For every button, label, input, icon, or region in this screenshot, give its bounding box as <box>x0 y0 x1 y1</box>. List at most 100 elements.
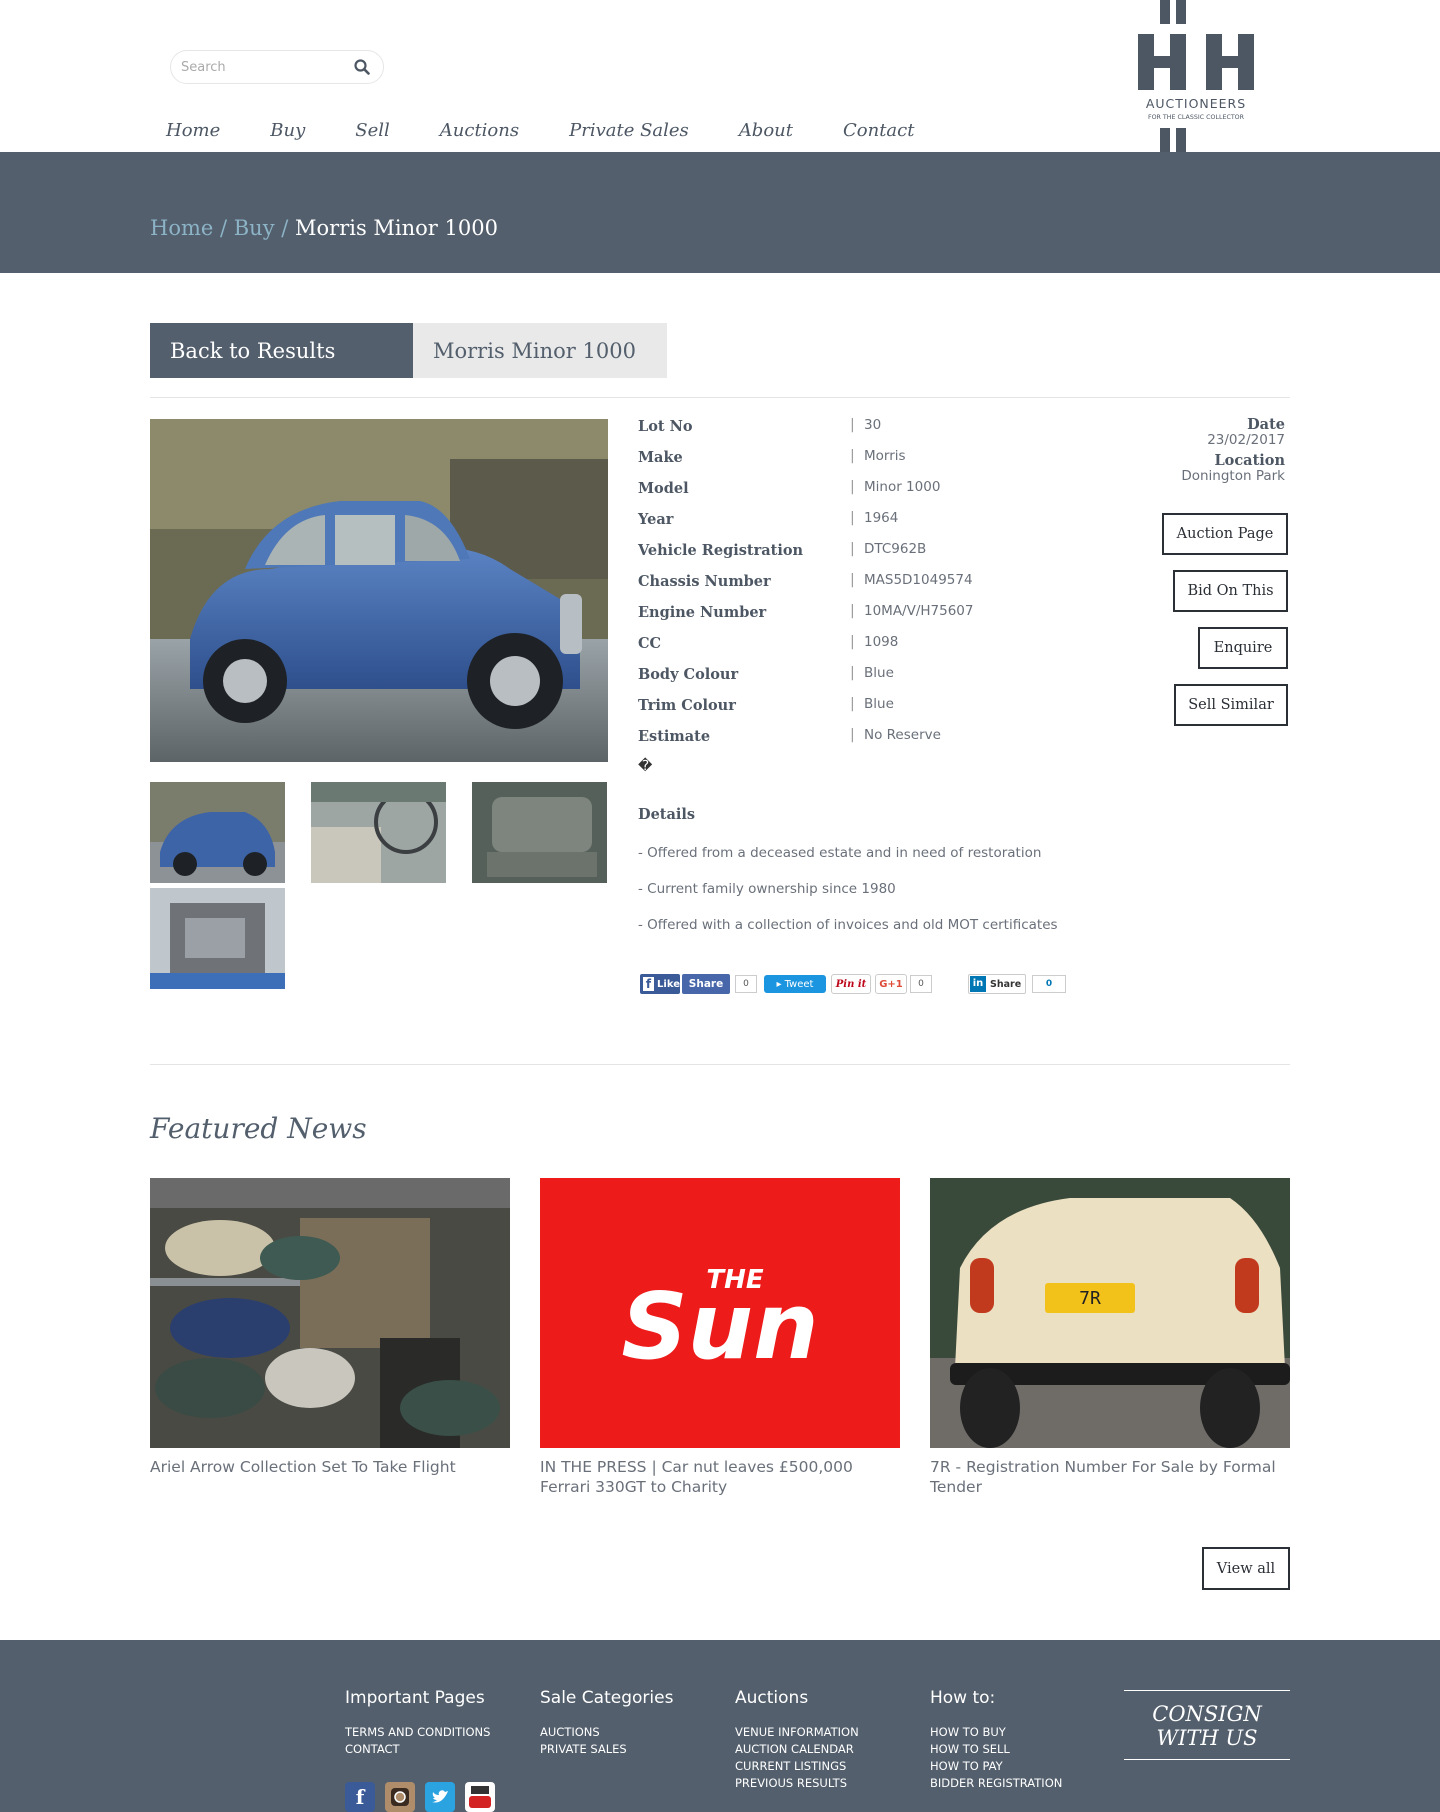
nav-buy[interactable]: Buy <box>270 120 305 141</box>
thumbnail-2[interactable] <box>311 782 446 883</box>
spec-row: Trim Colour | Blue <box>638 694 1138 725</box>
thumbnail-3[interactable] <box>472 782 607 883</box>
spec-row: Model | Minor 1000 <box>638 477 1138 508</box>
footer-link[interactable]: AUCTIONS <box>540 1724 673 1741</box>
auction-page-button[interactable]: Auction Page <box>1162 513 1288 555</box>
spec-separator: | <box>850 665 855 681</box>
news-caption[interactable]: Ariel Arrow Collection Set To Take Fligh… <box>150 1457 510 1477</box>
spec-label: Year <box>638 511 674 528</box>
lot-title-tab: Morris Minor 1000 <box>413 323 667 378</box>
news-image-the-sun[interactable]: THE Sun <box>540 1178 900 1448</box>
spec-value: Blue <box>864 665 894 681</box>
footer-column-auctions: Auctions VENUE INFORMATION AUCTION CALEN… <box>735 1688 859 1792</box>
twitter-icon: ▸ <box>776 978 782 990</box>
instagram-icon[interactable] <box>385 1782 415 1812</box>
date-value: 23/02/2017 <box>1207 432 1285 448</box>
facebook-icon[interactable]: f <box>345 1782 375 1812</box>
spec-row: Estimate | No Reserve <box>638 725 1138 756</box>
date-label: Date <box>1247 416 1285 433</box>
spec-label: Estimate <box>638 728 711 745</box>
footer-column-title: Important Pages <box>345 1688 485 1708</box>
footer-link[interactable]: PRIVATE SALES <box>540 1741 673 1758</box>
spec-row: Lot No | 30 <box>638 415 1138 446</box>
bid-on-this-button[interactable]: Bid On This <box>1173 570 1288 612</box>
view-all-button[interactable]: View all <box>1202 1547 1290 1590</box>
spec-label: Chassis Number <box>638 573 771 590</box>
spec-separator: | <box>850 634 855 650</box>
nav-sell[interactable]: Sell <box>355 120 390 141</box>
spec-label: Engine Number <box>638 604 767 621</box>
nav-private-sales[interactable]: Private Sales <box>569 120 689 141</box>
spec-value: MAS5D1049574 <box>864 572 973 588</box>
thumbnail-1[interactable] <box>150 782 285 883</box>
pinterest-button[interactable]: Pin it <box>831 974 871 994</box>
spec-separator: | <box>850 417 855 433</box>
nav-about[interactable]: About <box>739 120 793 141</box>
footer-link[interactable]: CURRENT LISTINGS <box>735 1758 859 1775</box>
back-to-results-button[interactable]: Back to Results <box>150 323 413 378</box>
main-car-photo[interactable] <box>150 419 608 762</box>
news-caption[interactable]: 7R - Registration Number For Sale by For… <box>930 1457 1290 1497</box>
footer-link[interactable]: PREVIOUS RESULTS <box>735 1775 859 1792</box>
spec-value: DTC962B <box>864 541 927 557</box>
footer-column-sale-categories: Sale Categories AUCTIONS PRIVATE SALES <box>540 1688 673 1758</box>
footer-link[interactable]: AUCTION CALENDAR <box>735 1741 859 1758</box>
hh-logo[interactable]: AND AUCTIONEERS FOR THE CLASSIC COLLECTO… <box>1138 0 1256 152</box>
footer-column-title: How to: <box>930 1688 996 1708</box>
spec-label: Trim Colour <box>638 697 736 714</box>
facebook-like-label: Like <box>657 978 680 990</box>
news-image-7r-plate[interactable]: 7R <box>930 1178 1290 1448</box>
spec-value: 30 <box>864 417 882 433</box>
spec-value: Minor 1000 <box>864 479 941 495</box>
spec-row: Body Colour | Blue <box>638 663 1138 694</box>
breadcrumb-sep: / <box>274 216 296 240</box>
consign-line-1: CONSIGN <box>1152 1702 1262 1726</box>
details-heading: Details <box>638 806 696 823</box>
footer-column-title: Sale Categories <box>540 1688 674 1708</box>
spec-separator: | <box>850 510 855 526</box>
thumbnail-4[interactable] <box>150 888 285 989</box>
twitter-icon[interactable] <box>425 1782 455 1812</box>
footer-link[interactable]: HOW TO PAY <box>930 1758 1062 1775</box>
spec-label: Body Colour <box>638 666 739 683</box>
consign-with-us-button[interactable]: CONSIGN WITH US <box>1124 1690 1290 1760</box>
news-caption[interactable]: IN THE PRESS | Car nut leaves £500,000 F… <box>540 1457 900 1497</box>
footer-link[interactable]: BIDDER REGISTRATION <box>930 1775 1062 1792</box>
google-plus-count: 0 <box>910 975 932 993</box>
footer-link[interactable]: HOW TO SELL <box>930 1741 1062 1758</box>
facebook-like-button[interactable]: f Like <box>640 974 680 994</box>
vehicle-specs: Lot No | 30 Make | Morris Model | Minor 1000 Y… <box>638 415 1138 756</box>
nav-contact[interactable]: Contact <box>843 120 914 141</box>
spec-row: Vehicle Registration | DTC962B <box>638 539 1138 570</box>
nav-home[interactable]: Home <box>166 120 220 141</box>
footer-link[interactable]: TERMS AND CONDITIONS <box>345 1724 490 1741</box>
footer-link[interactable]: VENUE INFORMATION <box>735 1724 859 1741</box>
sell-similar-button[interactable]: Sell Similar <box>1174 684 1288 726</box>
linkedin-share-button[interactable]: in Share <box>968 974 1026 994</box>
search-input[interactable] <box>181 59 351 75</box>
spec-row: Make | Morris <box>638 446 1138 477</box>
news-image-ariel-arrow[interactable] <box>150 1178 510 1448</box>
spec-separator: | <box>850 479 855 495</box>
tweet-label: Tweet <box>784 978 814 990</box>
spec-value: Morris <box>864 448 906 464</box>
footer-link[interactable]: CONTACT <box>345 1741 490 1758</box>
spec-label: CC <box>638 635 662 652</box>
footer-link[interactable]: HOW TO BUY <box>930 1724 1062 1741</box>
search-box[interactable] <box>170 50 384 84</box>
divider <box>150 1064 1290 1065</box>
nav-auctions[interactable]: Auctions <box>440 120 519 141</box>
enquire-button[interactable]: Enquire <box>1198 627 1288 669</box>
breadcrumb-buy[interactable]: Buy <box>234 216 275 240</box>
youtube-icon[interactable] <box>465 1782 495 1812</box>
search-icon[interactable] <box>351 56 373 78</box>
linkedin-count: 0 <box>1032 975 1066 993</box>
spec-row: Engine Number | 10MA/V/H75607 <box>638 601 1138 632</box>
facebook-share-button[interactable]: Share <box>682 974 730 994</box>
breadcrumb-home[interactable]: Home <box>150 216 213 240</box>
tweet-button[interactable]: ▸ Tweet <box>764 975 826 993</box>
detail-line: - Current family ownership since 1980 <box>638 881 896 897</box>
divider <box>150 397 1290 398</box>
spec-row: Chassis Number | MAS5D1049574 <box>638 570 1138 601</box>
google-plus-button[interactable]: G+1 <box>875 974 907 994</box>
